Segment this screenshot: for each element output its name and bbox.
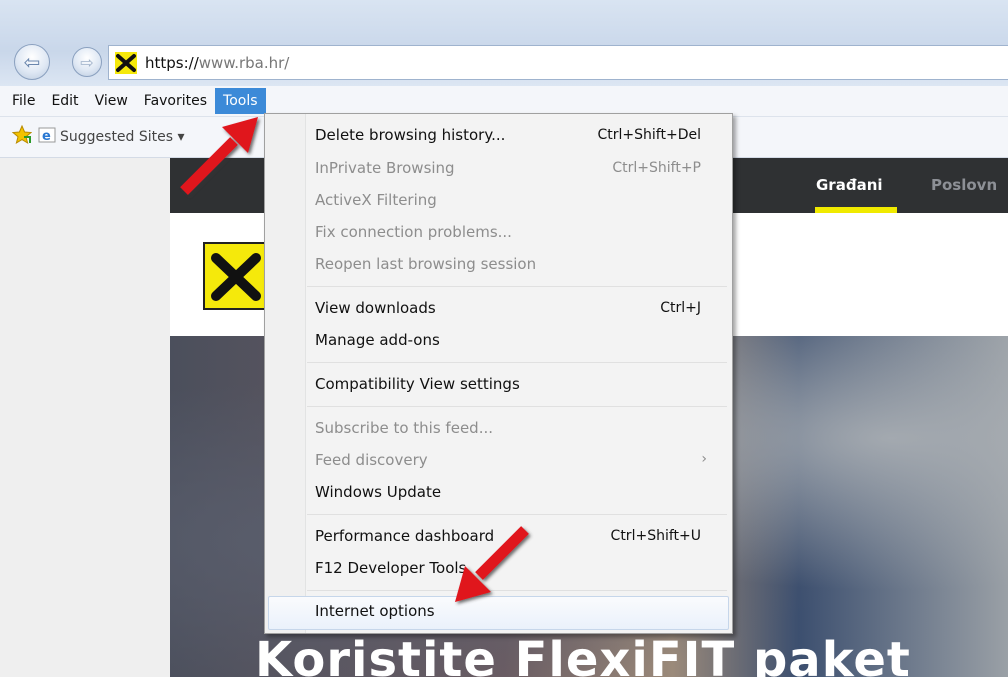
- site-nav-gradani[interactable]: Građani: [816, 176, 883, 194]
- hero-title: Koristite FlexiFIT paket: [255, 632, 911, 688]
- suggested-sites-link[interactable]: e Suggested Sites ▾: [38, 126, 185, 148]
- site-nav-poslovni[interactable]: Poslovn: [931, 176, 997, 194]
- menu-item-activex[interactable]: ActiveX Filtering: [315, 191, 437, 209]
- back-button[interactable]: ⇦: [14, 44, 50, 80]
- forward-arrow-icon: ⇨: [80, 52, 94, 72]
- suggested-sites-label: Suggested Sites ▾: [60, 129, 185, 145]
- menu-item-view-downloads[interactable]: View downloads: [315, 299, 436, 317]
- menu-item-f12-tools[interactable]: F12 Developer Tools: [315, 559, 466, 577]
- shortcut-inprivate: Ctrl+Shift+P: [612, 160, 701, 176]
- menu-item-feed-discovery[interactable]: Feed discovery: [315, 451, 428, 469]
- site-favicon-icon: [115, 51, 137, 74]
- menu-view[interactable]: View: [87, 88, 136, 114]
- add-favorites-star-icon[interactable]: [11, 124, 33, 149]
- menu-item-compat-view[interactable]: Compatibility View settings: [315, 375, 520, 393]
- menu-item-windows-update[interactable]: Windows Update: [315, 483, 441, 501]
- menu-item-reopen-session[interactable]: Reopen last browsing session: [315, 255, 536, 273]
- shortcut-performance-dashboard: Ctrl+Shift+U: [610, 528, 701, 544]
- menu-item-subscribe-feed[interactable]: Subscribe to this feed...: [315, 419, 493, 437]
- menu-separator: [307, 362, 727, 363]
- menu-item-delete-history[interactable]: Delete browsing history...: [315, 126, 505, 144]
- ie-logo-icon: e: [38, 126, 56, 148]
- menu-item-manage-addons[interactable]: Manage add-ons: [315, 331, 440, 349]
- forward-button[interactable]: ⇨: [72, 47, 102, 77]
- raiffeisen-logo-icon[interactable]: [203, 242, 269, 310]
- address-bar[interactable]: https://www.rba.hr/: [108, 45, 1008, 80]
- menu-file[interactable]: File: [4, 88, 43, 114]
- menu-item-inprivate[interactable]: InPrivate Browsing: [315, 159, 455, 177]
- shortcut-view-downloads: Ctrl+J: [660, 300, 701, 316]
- menu-item-fix-connection[interactable]: Fix connection problems...: [315, 223, 512, 241]
- svg-text:e: e: [42, 129, 51, 144]
- url-text: https://www.rba.hr/: [145, 53, 290, 72]
- menu-edit[interactable]: Edit: [43, 88, 86, 114]
- menu-separator: [307, 286, 727, 287]
- menu-item-internet-options[interactable]: Internet options: [315, 602, 435, 620]
- red-arrow-internet-options-icon: [455, 526, 529, 602]
- shortcut-delete-history: Ctrl+Shift+Del: [597, 127, 701, 143]
- menu-separator: [307, 406, 727, 407]
- menu-icon-gutter: [265, 114, 306, 633]
- red-arrow-tools-icon: [180, 117, 258, 195]
- back-arrow-icon: ⇦: [23, 50, 41, 74]
- submenu-chevron-icon: ›: [701, 451, 707, 467]
- menu-separator: [307, 514, 727, 515]
